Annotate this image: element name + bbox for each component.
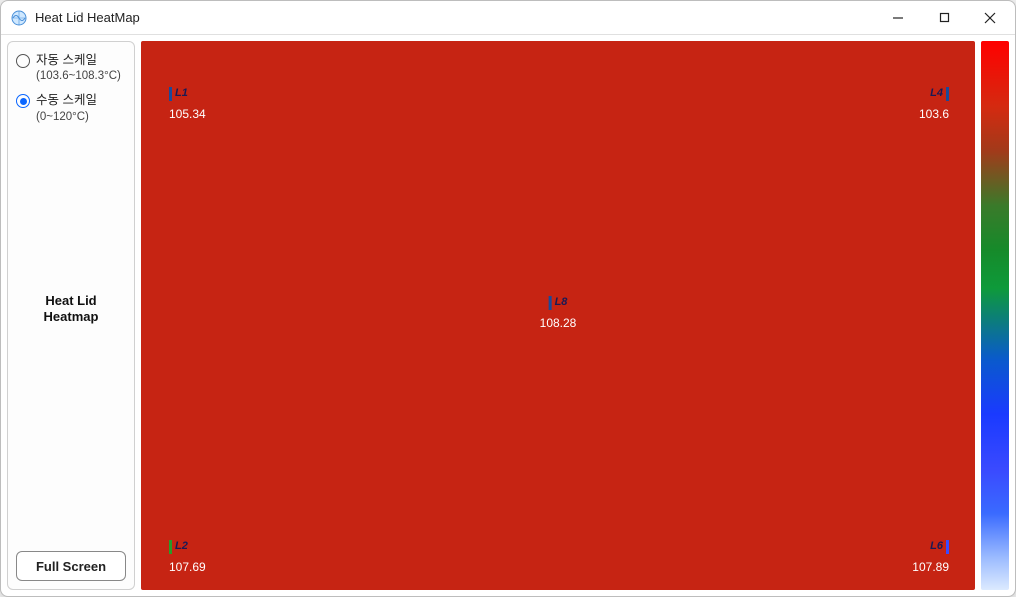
sensor-id: L2 <box>175 540 188 553</box>
sensor-value: 103.6 <box>919 107 949 121</box>
radio-icon <box>16 94 30 108</box>
sensor-id: L8 <box>555 296 568 309</box>
radio-manual-scale[interactable]: 수동 스케일 <box>16 92 126 108</box>
app-icon <box>11 10 27 26</box>
sensor-value: 108.28 <box>540 316 577 330</box>
color-scale-bar <box>981 41 1009 590</box>
sensor-bar-icon <box>169 540 172 554</box>
sensor-L1: L1 105.34 <box>169 87 206 121</box>
sensor-L2: L2 107.69 <box>169 540 206 574</box>
manual-scale-range: (0~120°C) <box>36 111 126 123</box>
panel-title: Heat Lid Heatmap <box>16 293 126 327</box>
sensor-bar-icon <box>946 87 949 101</box>
sensor-id: L4 <box>930 87 943 100</box>
sensor-bar-icon <box>169 87 172 101</box>
panel-title-line1: Heat Lid <box>45 293 96 308</box>
sensor-bar-icon <box>946 540 949 554</box>
app-window: Heat Lid HeatMap 자동 스케일 (103.6~108.3°C) <box>0 0 1016 597</box>
sensor-L6: L6 107.89 <box>912 540 949 574</box>
panel-title-line2: Heatmap <box>44 309 99 324</box>
sidebar: 자동 스케일 (103.6~108.3°C) 수동 스케일 (0~120°C) … <box>7 41 135 590</box>
window-controls <box>875 2 1013 34</box>
heatmap-area: L1 105.34 L4 103.6 L8 108.2 <box>141 41 1009 590</box>
maximize-button[interactable] <box>921 2 967 34</box>
sensor-L4: L4 103.6 <box>919 87 949 121</box>
heatmap-canvas: L1 105.34 L4 103.6 L8 108.2 <box>141 41 975 590</box>
sensor-value: 107.89 <box>912 560 949 574</box>
sensor-marker-L8: L8 <box>540 296 577 310</box>
sensor-id: L6 <box>930 540 943 553</box>
sensor-value: 107.69 <box>169 560 206 574</box>
sensor-marker-L2: L2 <box>169 540 206 554</box>
auto-scale-range: (103.6~108.3°C) <box>36 70 126 82</box>
scale-radio-group: 자동 스케일 (103.6~108.3°C) 수동 스케일 (0~120°C) <box>16 52 126 133</box>
radio-label: 수동 스케일 <box>36 92 97 108</box>
close-button[interactable] <box>967 2 1013 34</box>
sensor-marker-L4: L4 <box>919 87 949 101</box>
sensor-id: L1 <box>175 87 188 100</box>
radio-icon <box>16 54 30 68</box>
sensor-marker-L6: L6 <box>912 540 949 554</box>
window-title: Heat Lid HeatMap <box>35 10 140 25</box>
sensor-marker-L1: L1 <box>169 87 206 101</box>
sensor-L8: L8 108.28 <box>540 296 577 330</box>
radio-label: 자동 스케일 <box>36 52 97 68</box>
minimize-button[interactable] <box>875 2 921 34</box>
titlebar[interactable]: Heat Lid HeatMap <box>1 1 1015 35</box>
fullscreen-button[interactable]: Full Screen <box>16 551 126 581</box>
radio-auto-scale[interactable]: 자동 스케일 <box>16 52 126 68</box>
sensor-bar-icon <box>549 296 552 310</box>
content-area: 자동 스케일 (103.6~108.3°C) 수동 스케일 (0~120°C) … <box>1 35 1015 596</box>
sensor-value: 105.34 <box>169 107 206 121</box>
fullscreen-button-label: Full Screen <box>36 559 106 574</box>
